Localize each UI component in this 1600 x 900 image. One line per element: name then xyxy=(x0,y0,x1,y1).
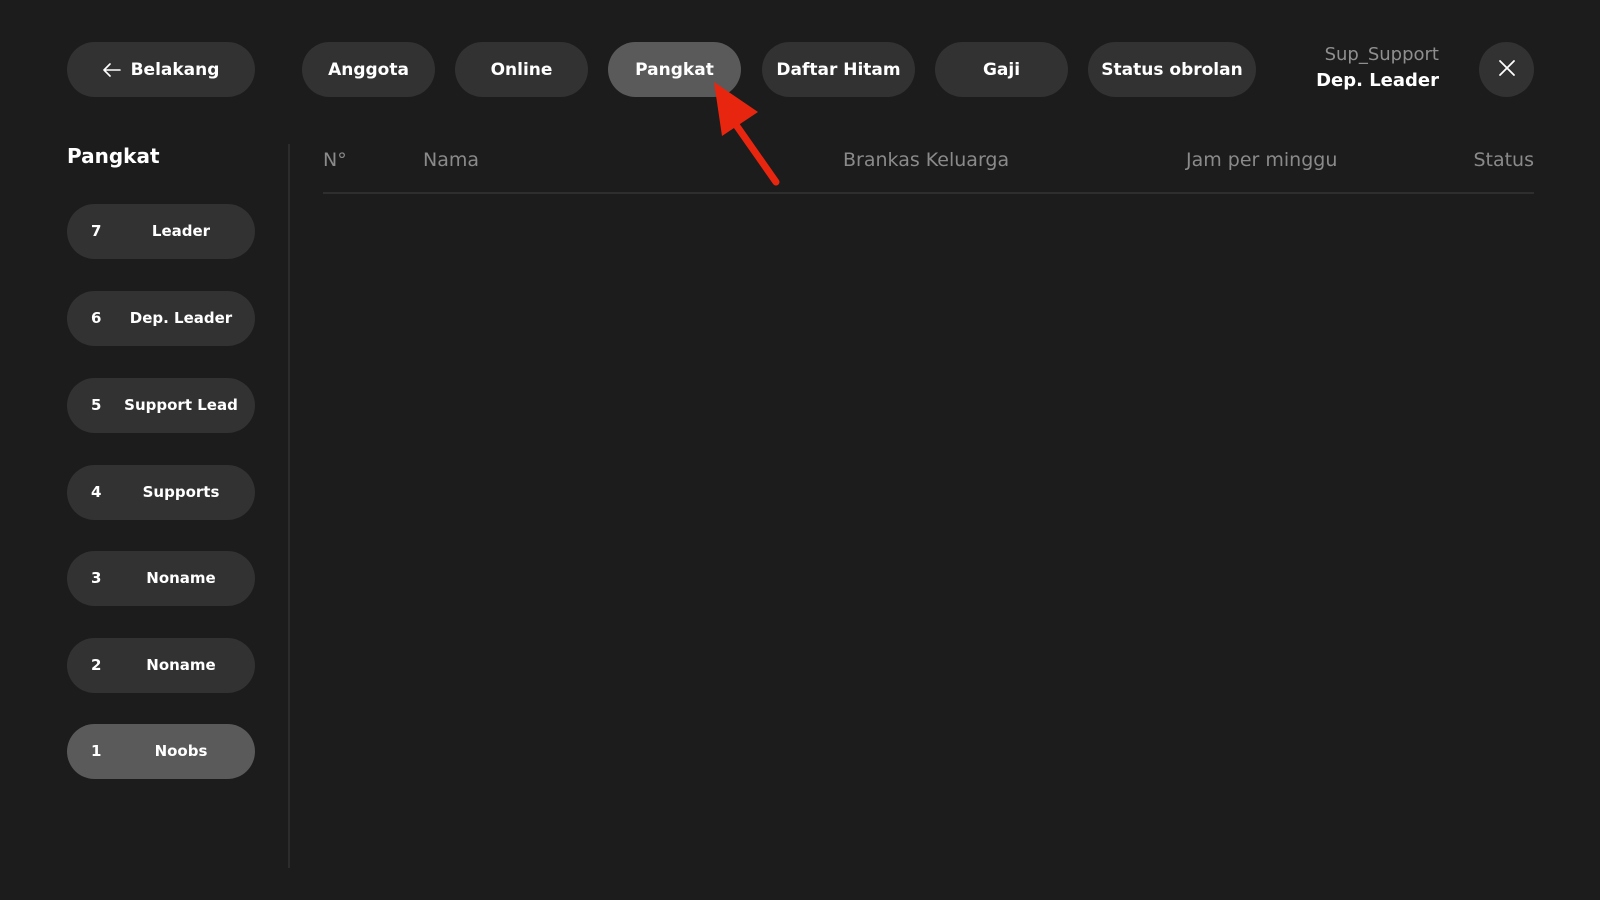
tab-label: Daftar Hitam xyxy=(776,59,901,80)
tab-label: Pangkat xyxy=(635,59,714,80)
column-header-number[interactable]: N° xyxy=(323,146,347,174)
rank-label: Supports xyxy=(142,483,220,501)
rank-label: Noobs xyxy=(154,742,208,760)
rank-label: Leader xyxy=(151,222,211,240)
rank-label: Support Lead xyxy=(124,396,238,414)
rank-label: Noname xyxy=(146,656,216,674)
annotation-arrow-icon xyxy=(700,78,800,192)
close-button[interactable] xyxy=(1479,42,1534,97)
user-rank: Dep. Leader xyxy=(1316,70,1439,91)
rank-item-6[interactable]: 6 Dep. Leader xyxy=(67,291,255,346)
rank-item-5[interactable]: 5 Support Lead xyxy=(67,378,255,433)
rank-item-1[interactable]: 1 Noobs xyxy=(67,724,255,779)
rank-number: 1 xyxy=(91,742,102,760)
rank-label: Dep. Leader xyxy=(129,309,233,327)
tab-status-obrolan[interactable]: Status obrolan xyxy=(1088,42,1256,97)
app-window: Belakang Anggota Online Pangkat Daftar H… xyxy=(0,0,1600,900)
user-name: Sup_Support xyxy=(1324,44,1439,65)
rank-number: 7 xyxy=(91,222,102,240)
rank-number: 6 xyxy=(91,309,102,327)
column-header-status[interactable]: Status xyxy=(1473,146,1534,174)
tab-label: Gaji xyxy=(982,59,1021,80)
sidebar-divider xyxy=(288,144,290,868)
tab-anggota[interactable]: Anggota xyxy=(302,42,435,97)
rank-item-3[interactable]: 3 Noname xyxy=(67,551,255,606)
user-info: Sup_Support Dep. Leader xyxy=(1316,42,1439,94)
rank-number: 5 xyxy=(91,396,102,414)
tab-label: Anggota xyxy=(328,59,409,80)
rank-number: 3 xyxy=(91,569,102,587)
arrow-left-icon xyxy=(102,62,121,77)
tab-label: Status obrolan xyxy=(1101,59,1243,80)
close-icon xyxy=(1498,59,1516,81)
rank-item-7[interactable]: 7 Leader xyxy=(67,204,255,259)
rank-label: Noname xyxy=(146,569,216,587)
column-header-hours-per-week[interactable]: Jam per minggu xyxy=(1186,146,1337,174)
rank-number: 2 xyxy=(91,656,102,674)
column-header-name[interactable]: Nama xyxy=(423,146,479,174)
rank-item-2[interactable]: 2 Noname xyxy=(67,638,255,693)
rank-item-4[interactable]: 4 Supports xyxy=(67,465,255,520)
sidebar-title: Pangkat xyxy=(67,144,160,168)
tab-gaji[interactable]: Gaji xyxy=(935,42,1068,97)
tab-online[interactable]: Online xyxy=(455,42,588,97)
tab-label: Online xyxy=(490,59,553,80)
back-button[interactable]: Belakang xyxy=(67,42,255,97)
column-header-family-vault[interactable]: Brankas Keluarga xyxy=(843,146,1009,174)
back-button-label: Belakang xyxy=(130,59,220,80)
members-table-header: N° Nama Brankas Keluarga Jam per minggu … xyxy=(323,144,1534,194)
rank-number: 4 xyxy=(91,483,102,501)
